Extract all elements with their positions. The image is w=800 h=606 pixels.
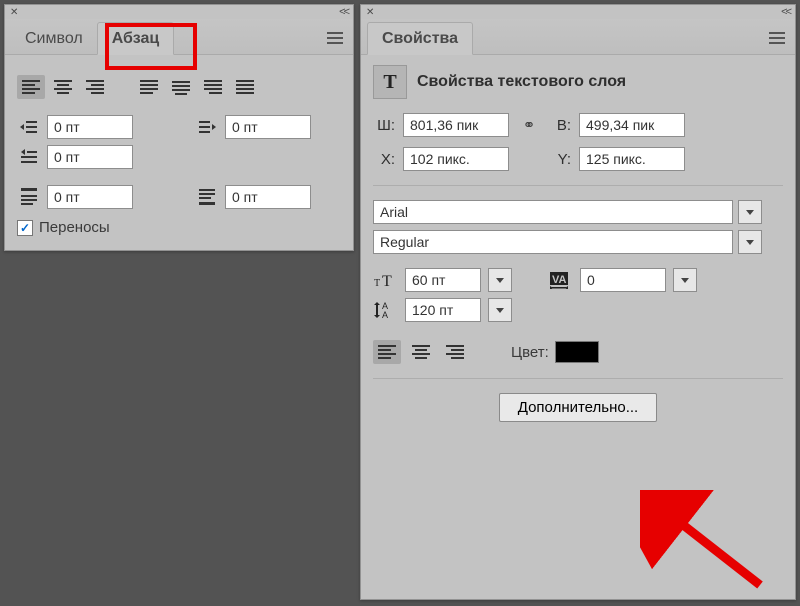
paragraph-panel: ✕ << Символ Абзац xyxy=(4,4,354,251)
align-left-button[interactable] xyxy=(17,75,45,99)
checkbox-checked-icon: ✓ xyxy=(17,220,33,236)
first-line-indent-input[interactable] xyxy=(47,145,133,169)
text-align-left-button[interactable] xyxy=(373,340,401,364)
svg-text:T: T xyxy=(382,273,392,289)
close-icon[interactable]: ✕ xyxy=(8,7,20,18)
width-label: Ш: xyxy=(373,117,395,134)
link-icon[interactable]: ⚭ xyxy=(517,113,541,137)
collapse-icon[interactable]: << xyxy=(781,6,792,18)
svg-text:VA: VA xyxy=(552,274,567,286)
y-label: Y: xyxy=(549,151,571,168)
properties-panel: ✕ << Свойства T Свойства текстового слоя… xyxy=(360,4,796,600)
more-options-button[interactable]: Дополнительно... xyxy=(499,393,657,422)
panel-titlebar: ✕ << xyxy=(5,5,353,19)
leading-input[interactable] xyxy=(405,298,481,322)
panel-menu-icon[interactable] xyxy=(769,29,785,47)
space-after-input[interactable] xyxy=(225,185,311,209)
font-family-dropdown-icon[interactable] xyxy=(738,200,762,224)
text-align-right-button[interactable] xyxy=(441,340,469,364)
alignment-row xyxy=(17,75,341,99)
collapse-icon[interactable]: << xyxy=(339,6,350,18)
width-input[interactable] xyxy=(403,113,509,137)
tracking-input[interactable] xyxy=(580,268,666,292)
align-center-button[interactable] xyxy=(49,75,77,99)
x-label: X: xyxy=(373,151,395,168)
tab-symbol[interactable]: Символ xyxy=(11,23,97,54)
leading-icon: AA xyxy=(373,298,397,322)
panel-tabstrip: Свойства xyxy=(361,19,795,55)
align-right-button[interactable] xyxy=(81,75,109,99)
justify-right-button[interactable] xyxy=(199,75,227,99)
svg-text:A: A xyxy=(382,310,388,320)
type-layer-icon: T xyxy=(373,65,407,99)
font-family-select[interactable] xyxy=(373,200,733,224)
tab-properties[interactable]: Свойства xyxy=(367,22,473,55)
indent-left-input[interactable] xyxy=(47,115,133,139)
height-label: В: xyxy=(549,117,571,134)
space-after-icon xyxy=(195,185,219,209)
separator xyxy=(373,378,783,379)
hyphenate-label: Переносы xyxy=(39,219,110,236)
x-input[interactable] xyxy=(403,147,509,171)
text-align-center-button[interactable] xyxy=(407,340,435,364)
section-title: Свойства текстового слоя xyxy=(417,73,626,91)
font-style-select[interactable] xyxy=(373,230,733,254)
section-header: T Свойства текстового слоя xyxy=(373,65,783,99)
justify-center-button[interactable] xyxy=(167,75,195,99)
hyphenate-checkbox[interactable]: ✓ Переносы xyxy=(17,219,341,236)
close-icon[interactable]: ✕ xyxy=(364,7,376,18)
leading-dropdown-icon[interactable] xyxy=(488,298,512,322)
tracking-icon: VA xyxy=(548,268,572,292)
indent-right-icon xyxy=(195,115,219,139)
indent-right-input[interactable] xyxy=(225,115,311,139)
tracking-dropdown-icon[interactable] xyxy=(673,268,697,292)
first-line-indent-icon xyxy=(17,145,41,169)
svg-text:T: T xyxy=(374,278,380,289)
color-label: Цвет: xyxy=(511,344,549,361)
space-before-input[interactable] xyxy=(47,185,133,209)
justify-left-button[interactable] xyxy=(135,75,163,99)
panel-menu-icon[interactable] xyxy=(327,29,343,47)
tab-paragraph[interactable]: Абзац xyxy=(97,22,175,55)
font-size-icon: TT xyxy=(373,268,397,292)
color-swatch[interactable] xyxy=(555,341,599,363)
indent-left-icon xyxy=(17,115,41,139)
font-style-dropdown-icon[interactable] xyxy=(738,230,762,254)
justify-all-button[interactable] xyxy=(231,75,259,99)
panel-tabstrip: Символ Абзац xyxy=(5,19,353,55)
font-size-input[interactable] xyxy=(405,268,481,292)
font-size-dropdown-icon[interactable] xyxy=(488,268,512,292)
y-input[interactable] xyxy=(579,147,685,171)
height-input[interactable] xyxy=(579,113,685,137)
separator xyxy=(373,185,783,186)
space-before-icon xyxy=(17,185,41,209)
panel-titlebar: ✕ << xyxy=(361,5,795,19)
